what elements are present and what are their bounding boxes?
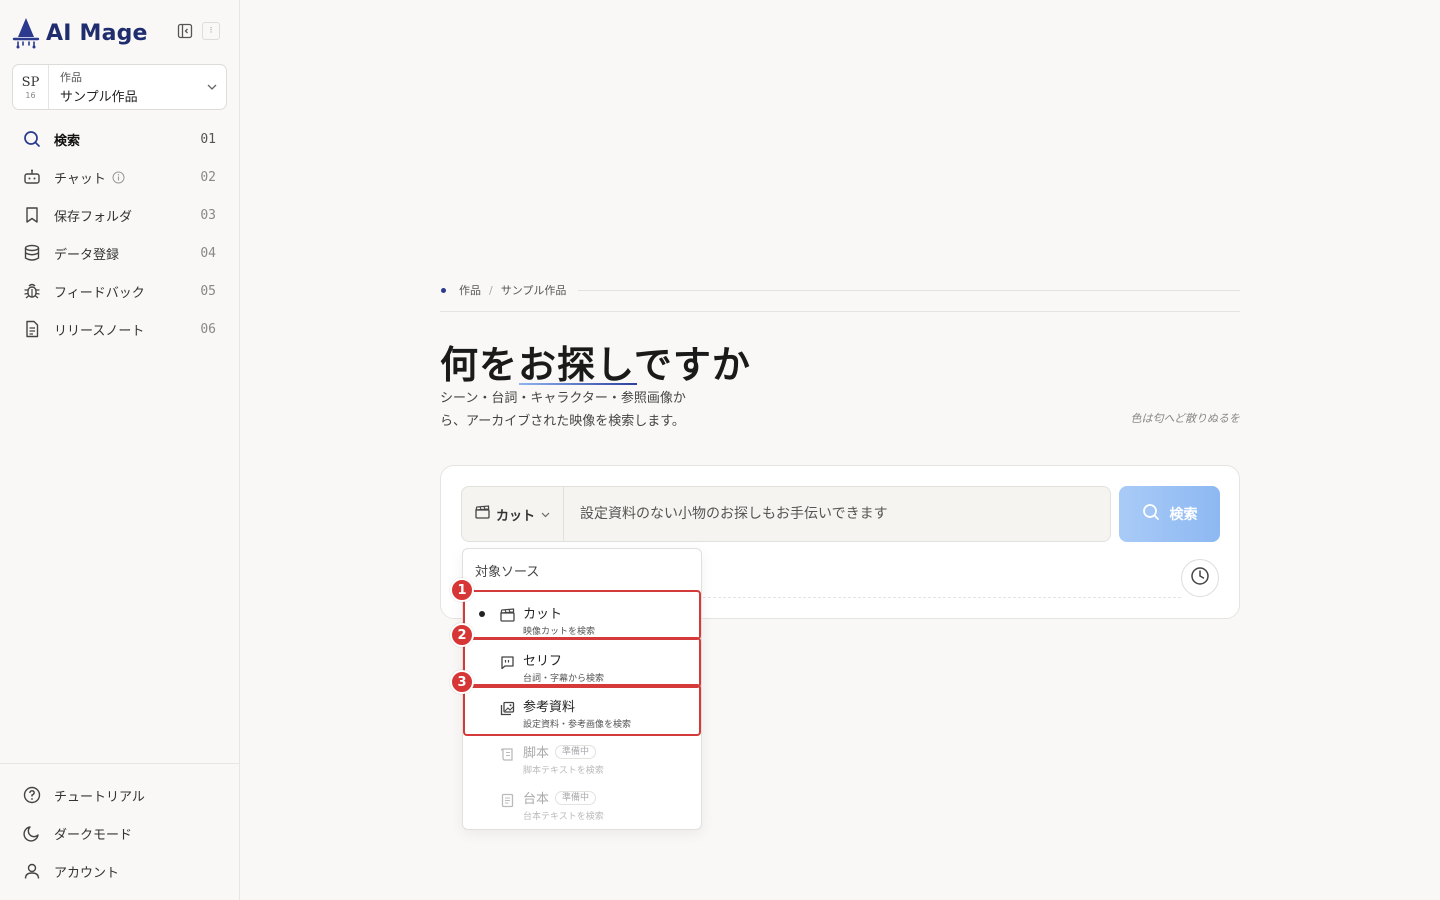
sidebar-item-label: フィードバック (54, 285, 145, 301)
sidebar-item-number: 02 (200, 169, 216, 185)
history-button[interactable] (1181, 559, 1219, 597)
project-label: 作品 (60, 71, 82, 84)
search-button-label: 検索 (1169, 507, 1198, 523)
file-text-icon (499, 792, 515, 808)
sidebar-item-label: アカウント (54, 865, 120, 881)
option-title: 脚本 (523, 746, 550, 761)
sidebar-collapse-icon[interactable] (176, 22, 194, 40)
sidebar-item-label: チュートリアル (54, 789, 145, 805)
database-icon (22, 243, 42, 263)
sidebar-item-release-notes[interactable]: リリースノート 06 (12, 310, 228, 348)
annotation-number-3: 3 (450, 670, 474, 694)
search-input[interactable] (564, 487, 1110, 541)
coming-soon-badge: 準備中 (555, 744, 597, 759)
misc-icon[interactable]: ⁝ (202, 22, 220, 40)
annotation-box-1 (463, 590, 701, 640)
sidebar-item-label: リリースノート (54, 323, 145, 339)
sidebar-item-number: 03 (200, 207, 216, 223)
document-icon (22, 319, 42, 339)
coming-soon-badge: 準備中 (555, 790, 597, 805)
sidebar-item-account[interactable]: アカウント (12, 852, 240, 890)
sidebar: AI Mage ⁝ SP 16 作品 サンプル作品 検索 01 チャット 02 … (0, 0, 240, 900)
brand-name: AI Mage (46, 20, 148, 46)
breadcrumb: 作品 / サンプル作品 (440, 281, 1240, 299)
breadcrumb-line (578, 289, 1240, 291)
divider (440, 311, 1240, 312)
search-icon (1142, 503, 1160, 525)
project-num: 16 (25, 90, 36, 100)
info-icon[interactable] (112, 171, 125, 184)
project-selector[interactable]: SP 16 作品 サンプル作品 (12, 64, 227, 110)
sidebar-item-number: 06 (200, 321, 216, 337)
sidebar-item-search[interactable]: 検索 01 (12, 120, 228, 158)
page-title: 何をお探しですか (440, 342, 751, 387)
sidebar-item-data-register[interactable]: データ登録 04 (12, 234, 228, 272)
wizard-logo-icon (12, 18, 40, 49)
breadcrumb-item-works[interactable]: 作品 (459, 282, 481, 298)
source-selector[interactable]: カット (462, 487, 564, 541)
dotted-line (703, 597, 1181, 598)
dropdown-option-script: 脚本 準備中 脚本テキストを検索 (463, 736, 701, 782)
sidebar-item-number: 05 (200, 283, 216, 299)
project-badge: SP 16 (13, 65, 49, 109)
brand[interactable]: AI Mage (12, 16, 148, 50)
annotation-number-1: 1 (450, 578, 474, 602)
annotation-number-2: 2 (450, 623, 474, 647)
main-content: 作品 / サンプル作品 何をお探しですか シーン・台詞・キャラクター・参照画像か… (240, 0, 1440, 900)
option-desc: 台本テキストを検索 (523, 812, 604, 822)
chevron-down-icon (541, 507, 550, 522)
help-circle-icon (22, 785, 42, 805)
breadcrumb-separator: / (489, 283, 493, 297)
poem-text: 色は匂へど散りぬるを (1130, 412, 1240, 425)
clock-icon (1190, 566, 1210, 590)
sidebar-item-label: 検索 (54, 133, 81, 149)
title-underline (519, 383, 637, 385)
sidebar-item-label-text: チャット (54, 171, 106, 187)
clapperboard-icon (475, 505, 490, 523)
annotation-box-3 (463, 684, 701, 736)
sidebar-item-saved-folder[interactable]: 保存フォルダ 03 (12, 196, 228, 234)
sidebar-item-label: データ登録 (54, 247, 120, 263)
sidebar-bottom: チュートリアル ダークモード アカウント (0, 763, 240, 890)
sidebar-item-chat[interactable]: チャット 02 (12, 158, 228, 196)
sidebar-item-label: 保存フォルダ (54, 209, 133, 225)
source-selector-label: カット (495, 508, 535, 524)
sidebar-item-tutorial[interactable]: チュートリアル (12, 776, 240, 814)
sidebar-item-number: 01 (200, 131, 216, 147)
user-icon (22, 861, 42, 881)
breadcrumb-item-project[interactable]: サンプル作品 (501, 282, 567, 298)
sidebar-item-dark-mode[interactable]: ダークモード (12, 814, 240, 852)
bug-icon (22, 281, 42, 301)
robot-icon (22, 167, 42, 187)
project-abbr: SP (21, 74, 40, 90)
option-title: 台本 (523, 792, 550, 807)
breadcrumb-dot (441, 287, 446, 293)
moon-icon (22, 823, 42, 843)
sidebar-item-label: ダークモード (54, 827, 133, 843)
sidebar-item-number: 04 (200, 245, 216, 261)
sidebar-item-label: チャット (54, 168, 200, 187)
page-subtitle: シーン・台詞・キャラクター・参照画像から、アーカイブされた映像を検索します。 (440, 391, 686, 429)
sidebar-nav: 検索 01 チャット 02 保存フォルダ 03 データ登録 04 フィードバック… (12, 120, 228, 348)
bookmark-icon (22, 205, 42, 225)
search-icon (22, 129, 42, 149)
dropdown-option-daihon: 台本 準備中 台本テキストを検索 (463, 782, 701, 828)
project-name: サンプル作品 (60, 90, 138, 105)
sidebar-item-feedback[interactable]: フィードバック 05 (12, 272, 228, 310)
scroll-icon (499, 746, 515, 762)
search-button[interactable]: 検索 (1119, 486, 1220, 542)
dropdown-heading: 対象ソース (475, 565, 540, 580)
chevron-down-icon (198, 84, 226, 90)
annotation-box-2 (463, 637, 701, 688)
option-desc: 脚本テキストを検索 (523, 766, 604, 776)
search-bar: カット (461, 486, 1111, 542)
